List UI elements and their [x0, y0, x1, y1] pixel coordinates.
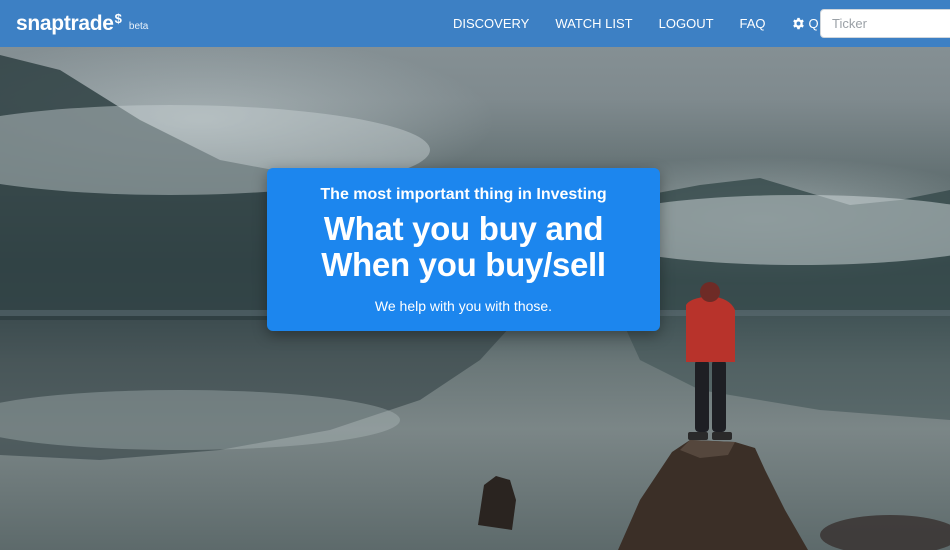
- top-navbar: snaptrade $ beta DISCOVERY WATCH LIST LO…: [0, 0, 950, 47]
- nav-watch-list[interactable]: WATCH LIST: [542, 0, 645, 47]
- hero-headline-line-2: When you buy/sell: [321, 246, 606, 283]
- gear-icon: [792, 17, 804, 30]
- main-nav: DISCOVERY WATCH LIST LOGOUT FAQ Q: [440, 0, 832, 47]
- hero-headline-line-1: What you buy and: [323, 210, 604, 247]
- hero-subtext: We help with you with those.: [374, 298, 553, 314]
- nav-faq[interactable]: FAQ: [727, 0, 779, 47]
- brand-logo[interactable]: snaptrade $ beta: [16, 11, 148, 37]
- nav-logout[interactable]: LOGOUT: [646, 0, 727, 47]
- brand-name: snaptrade: [16, 12, 114, 35]
- settings-label: Q: [808, 16, 819, 31]
- hero-callout-card: The most important thing in Investing Wh…: [267, 168, 660, 331]
- brand-dollar-superscript: $: [114, 11, 122, 26]
- beta-badge: beta: [128, 21, 149, 32]
- nav-discovery[interactable]: DISCOVERY: [440, 0, 542, 47]
- ticker-search-input[interactable]: [820, 9, 950, 38]
- hero-kicker: The most important thing in Investing: [320, 186, 607, 203]
- hero-headline: What you buy and When you buy/sell: [267, 211, 660, 283]
